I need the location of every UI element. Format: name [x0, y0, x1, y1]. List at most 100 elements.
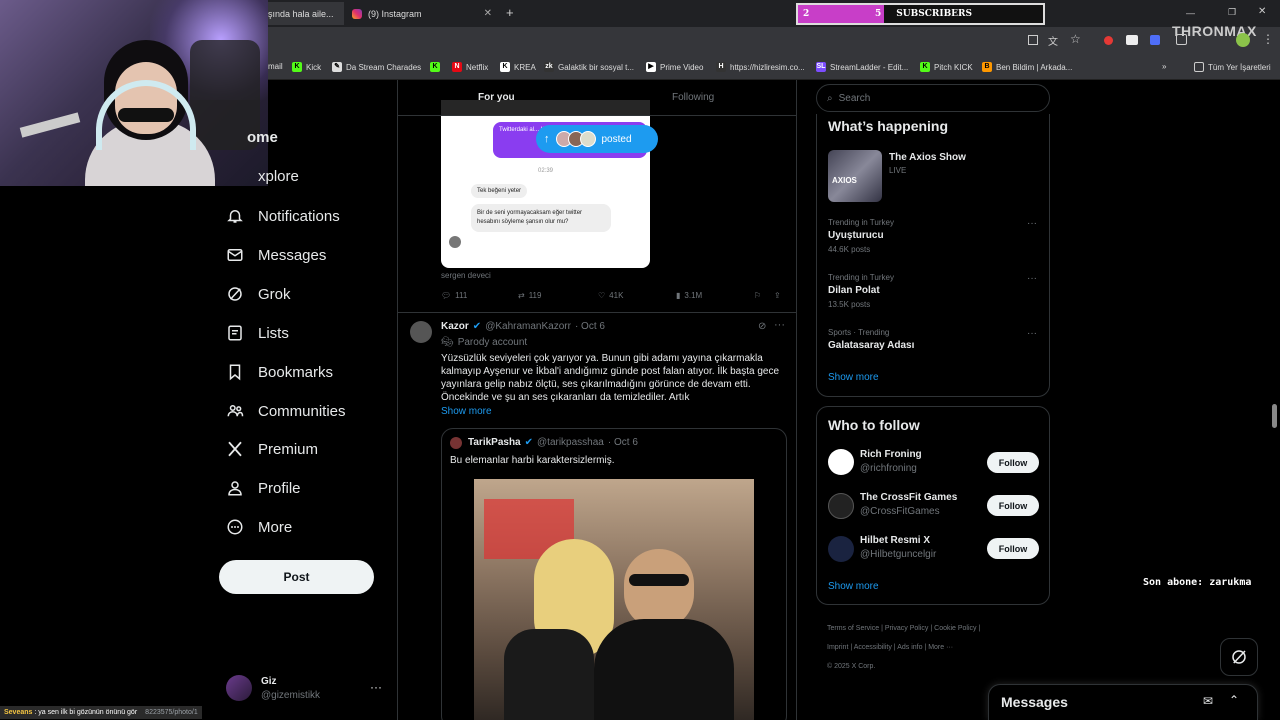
trend-item[interactable]: Trending in Turkey Dilan Polat 13.5K pos… — [828, 273, 894, 309]
chevron-up-icon[interactable]: ⌃ — [1229, 693, 1239, 707]
avatar[interactable] — [828, 493, 854, 519]
grok-floating-button[interactable] — [1220, 638, 1258, 676]
bookmark-item[interactable]: B Ben Bildim | Arkada... — [982, 62, 1072, 72]
tab-title: şında hala aile... — [268, 8, 334, 19]
bookmark-post-icon[interactable]: ⚐ — [754, 291, 761, 300]
show-more-link[interactable]: Show more — [441, 406, 492, 417]
nav-notifications[interactable]: Notifications — [226, 207, 340, 225]
new-tab-button[interactable]: + — [506, 5, 514, 20]
event-title[interactable]: The Axios Show — [889, 152, 966, 163]
nav-lists[interactable]: Lists — [226, 324, 289, 342]
footer-link[interactable]: More ··· — [928, 644, 953, 651]
tab-following[interactable]: Following — [672, 92, 714, 103]
footer-link[interactable]: Accessibility — [854, 644, 892, 651]
follow-button[interactable]: Follow — [987, 495, 1039, 516]
bookmark-item[interactable]: zk Galaktik bir sosyal t... — [544, 62, 634, 72]
bookmark-item[interactable]: K Pitch KICK — [920, 62, 973, 72]
follow-name[interactable]: Rich Froning — [860, 449, 922, 460]
extension-icon[interactable] — [1104, 36, 1113, 45]
bookmark-item[interactable]: ▶ Prime Video — [646, 62, 703, 72]
bookmark-item[interactable]: K — [430, 62, 440, 72]
search-input[interactable]: ⌕ Search — [816, 84, 1050, 112]
new-posts-pill[interactable]: ↑ posted — [536, 125, 658, 153]
repost-button[interactable]: ⇄ 119 — [518, 291, 541, 300]
browser-tab[interactable]: şında hala aile... — [262, 2, 344, 25]
author-name[interactable]: Kazor — [441, 321, 469, 332]
scrollbar-thumb[interactable] — [1272, 404, 1277, 428]
zk-icon: zk — [544, 62, 554, 72]
hizliresim-icon: H — [716, 62, 726, 72]
follow-button[interactable]: Follow — [987, 538, 1039, 559]
bookmark-item[interactable]: mail — [268, 62, 283, 71]
views-button[interactable]: ▮ 3.1M — [676, 291, 702, 300]
bookmarks-overflow-icon[interactable]: » — [1162, 62, 1166, 71]
trend-item[interactable]: Trending in Turkey Uyuşturucu 44.6K post… — [828, 218, 894, 254]
quoted-photo[interactable] — [474, 479, 754, 720]
new-message-icon[interactable]: ✉ — [1203, 694, 1213, 708]
profile-avatar-icon[interactable] — [1236, 33, 1250, 47]
trend-more-icon[interactable]: ··· — [1027, 218, 1037, 229]
tab-for-you[interactable]: For you — [478, 92, 515, 103]
bookmark-folder[interactable]: Tüm Yer İşaretleri — [1194, 62, 1271, 72]
cast-icon[interactable] — [1028, 35, 1038, 45]
follow-name[interactable]: Hilbet Resmi X — [860, 535, 930, 546]
posted-avatar — [579, 131, 596, 147]
minimize-icon[interactable]: — — [1186, 8, 1195, 18]
extensions-puzzle-icon[interactable] — [1176, 34, 1187, 45]
avatar[interactable] — [410, 321, 432, 343]
trend-item[interactable]: Sports · Trending Galatasaray Adası — [828, 328, 914, 351]
post-date[interactable]: · Oct 6 — [575, 321, 605, 332]
star-icon[interactable]: ☆ — [1070, 32, 1081, 46]
bookmark-item[interactable]: ✎ Da Stream Charades — [332, 62, 421, 72]
extension-icon[interactable] — [1150, 35, 1160, 45]
trend-more-icon[interactable]: ··· — [1027, 328, 1037, 339]
bookmark-item[interactable]: K Kick — [292, 62, 321, 72]
quoted-post[interactable]: TarikPasha ✔ @tarikpasshaa · Oct 6 Bu el… — [441, 428, 787, 720]
bookmark-item[interactable]: Hhttps://hizliresim.co... — [716, 62, 805, 72]
messages-drawer[interactable]: Messages ✉ ⌃ — [988, 684, 1258, 720]
menu-dots-icon[interactable]: ⋮ — [1262, 32, 1274, 46]
nav-explore[interactable]: xplore — [258, 168, 299, 185]
maximize-icon[interactable]: ❐ — [1228, 7, 1236, 18]
nav-more[interactable]: More — [226, 518, 292, 536]
nav-grok[interactable]: Grok — [226, 285, 291, 303]
close-icon[interactable]: ✕ — [484, 8, 492, 19]
avatar[interactable] — [828, 449, 854, 475]
avatar[interactable] — [828, 536, 854, 562]
bookmark-item[interactable]: SL StreamLadder - Edit... — [816, 62, 908, 72]
account-more-icon[interactable]: ··· — [370, 680, 382, 694]
event-thumbnail[interactable]: AXIOS — [828, 150, 882, 202]
footer-link[interactable]: Privacy Policy — [885, 625, 929, 632]
grok-post-icon[interactable]: ⊘ — [758, 321, 766, 332]
window-close-icon[interactable]: ✕ — [1258, 6, 1266, 17]
footer-link[interactable]: Imprint — [827, 644, 848, 651]
show-more-link[interactable]: Show more — [828, 581, 879, 592]
extension-icon[interactable] — [1126, 35, 1138, 45]
avatar[interactable] — [226, 675, 252, 701]
grok-icon — [228, 287, 242, 301]
nav-communities[interactable]: Communities — [226, 402, 346, 420]
post-button[interactable]: Post — [219, 560, 374, 594]
share-icon[interactable]: ⇪ — [774, 291, 781, 300]
follow-handle: @richfroning — [860, 463, 917, 474]
follow-button[interactable]: Follow — [987, 452, 1039, 473]
reply-button[interactable]: 💬︎ 111 — [441, 291, 467, 300]
show-more-link[interactable]: Show more — [828, 372, 879, 383]
footer-link[interactable]: Cookie Policy — [934, 625, 976, 632]
translate-icon[interactable]: 文 — [1048, 33, 1058, 48]
nav-profile[interactable]: Profile — [226, 479, 301, 497]
author-handle[interactable]: @KahramanKazorr — [485, 321, 571, 332]
nav-premium[interactable]: Premium — [226, 440, 318, 458]
nav-messages[interactable]: Messages — [226, 246, 326, 264]
nav-home[interactable]: ome — [247, 129, 278, 146]
footer-link[interactable]: Terms of Service — [827, 625, 879, 632]
like-button[interactable]: ♡ 41K — [598, 291, 623, 300]
browser-tab-instagram[interactable]: (9) Instagram ✕ — [346, 2, 498, 25]
nav-bookmarks[interactable]: Bookmarks — [226, 363, 333, 381]
bookmark-item[interactable]: K KREA — [500, 62, 536, 72]
trend-more-icon[interactable]: ··· — [1027, 273, 1037, 284]
post-more-icon[interactable]: ··· — [774, 319, 785, 331]
footer-link[interactable]: Ads info — [897, 644, 922, 651]
follow-name[interactable]: The CrossFit Games — [860, 492, 957, 503]
bookmark-item[interactable]: N Netflix — [452, 62, 488, 72]
